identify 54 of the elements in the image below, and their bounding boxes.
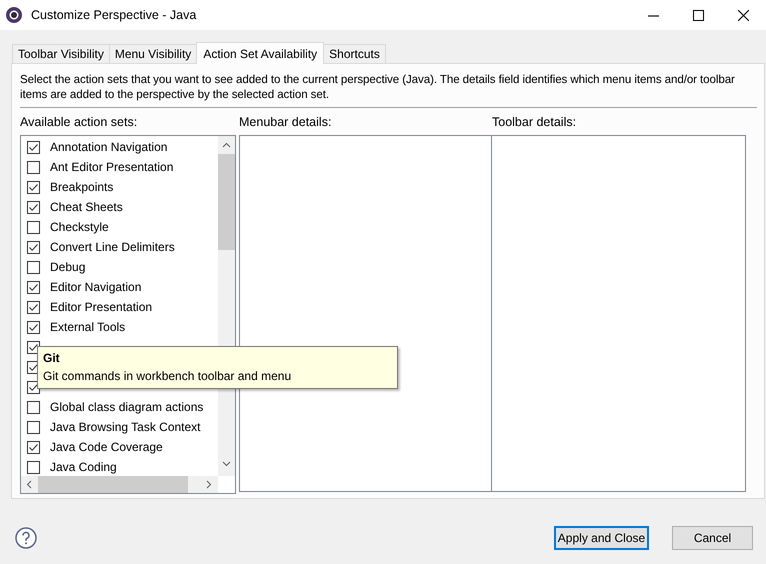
horizontal-scrollbar[interactable] (21, 476, 218, 493)
checkbox[interactable] (27, 420, 40, 434)
help-icon[interactable] (15, 527, 37, 549)
action-set-label[interactable]: Convert Line Delimiters (50, 240, 175, 254)
details-label: Menubar details: (239, 115, 332, 131)
description-text: Select the action sets that you want to see added to the current perspective (Java). The details field identifies which menu items and/or toolbar items are added to the perspective by the selected action set. (20, 72, 736, 102)
action-set-label[interactable]: Breakpoints (50, 180, 114, 194)
checkbox[interactable] (27, 440, 40, 454)
action-set-label[interactable]: Checkstyle (50, 220, 109, 234)
scroll-down-icon[interactable] (222, 461, 231, 467)
checkbox[interactable] (27, 400, 40, 414)
checkbox[interactable] (27, 380, 40, 394)
checkbox[interactable] (27, 160, 40, 174)
checkbox[interactable] (27, 140, 40, 154)
scroll-left-icon[interactable] (26, 480, 32, 489)
close-icon[interactable] (738, 10, 749, 20)
action-set-label[interactable]: Editor Navigation (50, 280, 142, 294)
checkbox[interactable] (27, 300, 40, 314)
checkbox[interactable] (27, 320, 40, 334)
tab[interactable]: Action Set Availability (196, 42, 324, 64)
checkbox[interactable] (27, 180, 40, 194)
tab[interactable]: Toolbar Visibility (12, 44, 110, 63)
scroll-right-icon[interactable] (206, 480, 212, 489)
action-set-label[interactable]: Ant Editor Presentation (50, 160, 174, 174)
app-icon (5, 6, 23, 24)
action-set-label[interactable]: Java Coding (50, 460, 117, 474)
action-set-label[interactable]: Annotation Navigation (50, 140, 168, 154)
window-title: Customize Perspective - Java (31, 8, 196, 22)
action-set-label[interactable]: Debug (50, 260, 86, 274)
tab[interactable]: Menu Visibility (108, 44, 198, 63)
checkbox[interactable] (27, 260, 40, 274)
scrollbar-thumb[interactable] (218, 154, 235, 250)
checkbox[interactable] (27, 340, 40, 354)
list-label: Available action sets: (20, 115, 138, 131)
checkbox[interactable] (27, 220, 40, 234)
action-set-label[interactable]: Global class diagram actions (50, 400, 204, 414)
checkbox[interactable] (27, 280, 40, 294)
tab[interactable]: Shortcuts (323, 44, 386, 63)
scrollbar-thumb[interactable] (38, 476, 188, 493)
details-label: Toolbar details: (492, 115, 578, 131)
tooltip-title: Git (43, 351, 61, 367)
tooltip-text: Git commands in workbench toolbar and menu (43, 369, 292, 383)
checkbox[interactable] (27, 200, 40, 214)
checkbox[interactable] (27, 460, 40, 474)
action-set-label[interactable]: Cheat Sheets (50, 200, 123, 214)
action-set-label[interactable]: Editor Presentation (50, 300, 152, 314)
action-set-label[interactable]: Java Browsing Task Context (50, 420, 201, 434)
action-set-label[interactable]: External Tools (50, 320, 126, 334)
scroll-up-icon[interactable] (222, 142, 231, 148)
dialog-button[interactable]: Cancel (672, 526, 753, 550)
maximize-icon[interactable] (693, 10, 704, 20)
dialog-button[interactable]: Apply and Close (554, 526, 649, 550)
action-set-label[interactable]: Java Code Coverage (50, 440, 163, 454)
checkbox[interactable] (27, 240, 40, 254)
